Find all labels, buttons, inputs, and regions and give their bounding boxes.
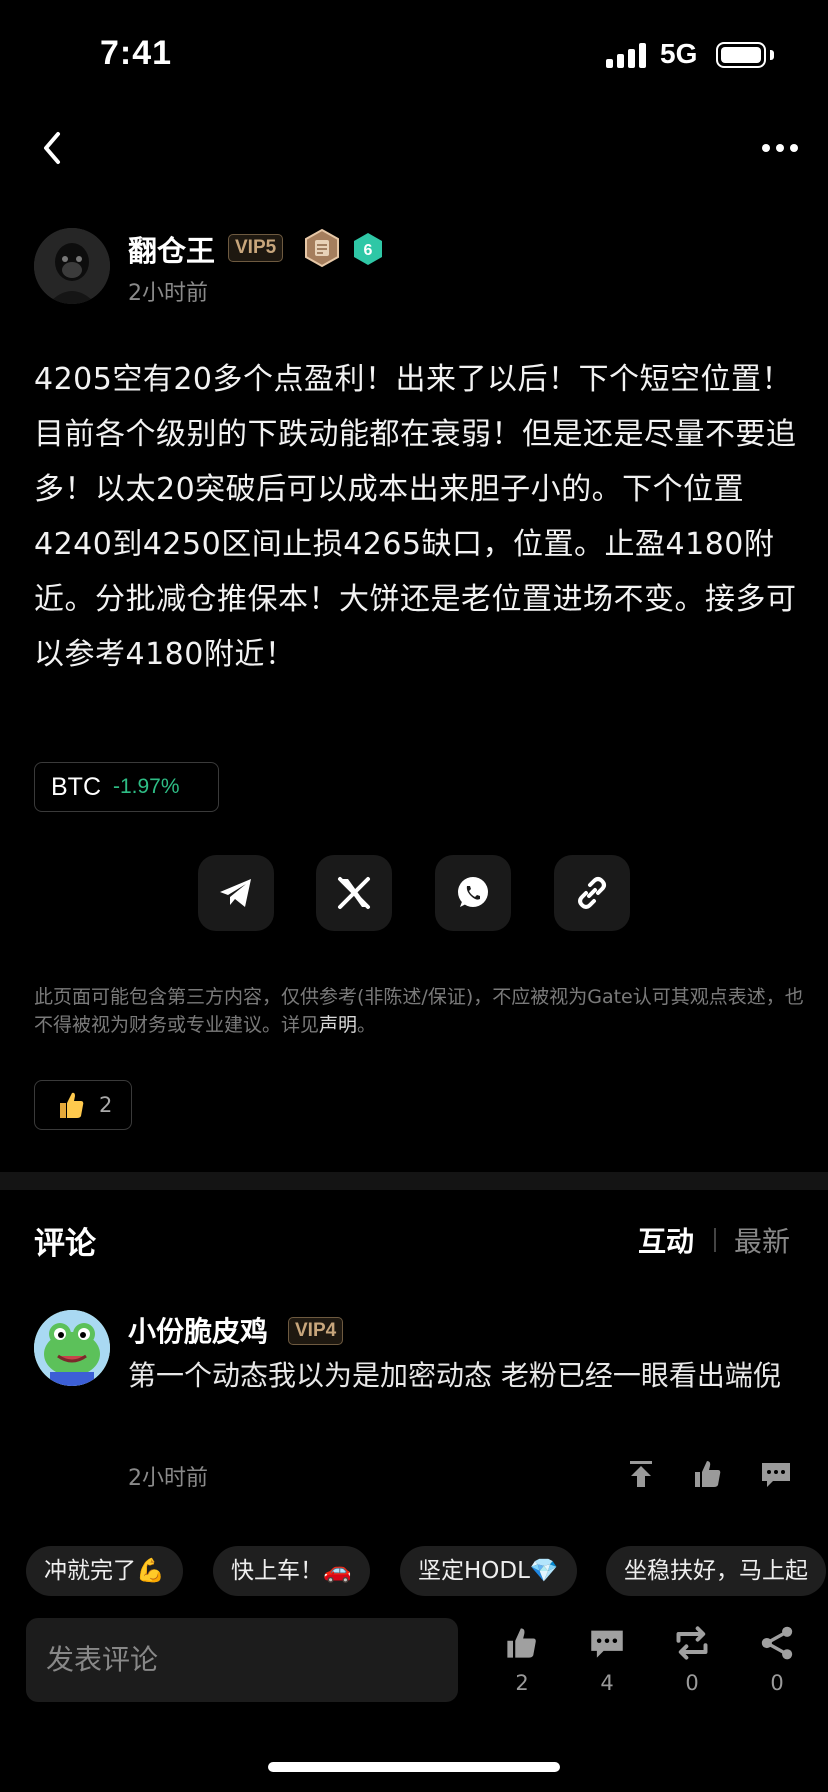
comments-title: 评论 (34, 1226, 96, 1262)
message-icon (591, 1630, 623, 1658)
x-icon (338, 877, 370, 909)
disclaimer-end: 。 (357, 1014, 377, 1036)
chevron-left-icon (44, 132, 60, 164)
comment-pin-button[interactable] (625, 1458, 657, 1490)
tab-separator (714, 1228, 716, 1252)
copy-link-button[interactable] (554, 855, 630, 931)
post-like-button[interactable]: 2 (34, 1080, 132, 1130)
share-telegram-button[interactable] (198, 855, 274, 931)
comment-timestamp: 2小时前 (128, 1466, 208, 1491)
home-indicator (268, 1762, 560, 1772)
post-content: 4205空有20多个点盈利！出来了以后！下个短空位置！目前各个级别的下跌动能都在… (34, 362, 797, 672)
comment-text: 第一个动态我以为是加密动态 老粉已经一眼看出端倪 (128, 1359, 781, 1392)
vip-badge: VIP5 (228, 234, 284, 262)
level-number: 6 (364, 242, 373, 259)
quick-reply-chip[interactable]: 冲就完了💪 (26, 1546, 183, 1596)
disclaimer-text: 此页面可能包含第三方内容，仅供参考(非陈述/保证)，不应被视为Gate认可其观点… (34, 986, 804, 1036)
status-time: 7:41 (100, 34, 173, 72)
comment-vip-badge: VIP4 (288, 1317, 344, 1345)
comment-author[interactable]: 小份脆皮鸡 (128, 1310, 268, 1350)
ticker-chip[interactable]: BTC -1.97% (34, 762, 219, 812)
bar-repost-count: 0 (685, 1671, 699, 1695)
tab-latest[interactable]: 最新 (734, 1220, 790, 1260)
share-x-button[interactable] (316, 855, 392, 931)
thumbs-up-icon (695, 1461, 721, 1487)
link-icon (578, 877, 606, 909)
frog-avatar-icon (34, 1310, 110, 1386)
whatsapp-icon (458, 877, 488, 907)
disclaimer-link[interactable]: 声明 (319, 1014, 357, 1036)
comment-reply-button[interactable] (760, 1458, 792, 1490)
medal-icon (303, 228, 341, 268)
bar-like-button[interactable]: 2 (492, 1625, 552, 1705)
repost-icon (676, 1626, 708, 1660)
bar-comment-count: 4 (600, 1671, 614, 1695)
comment-avatar[interactable] (34, 1310, 110, 1386)
disclaimer: 此页面可能包含第三方内容，仅供参考(非陈述/保证)，不应被视为Gate认可其观点… (34, 983, 804, 1039)
share-whatsapp-button[interactable] (435, 855, 511, 931)
quick-reply-chip[interactable]: 坐稳扶好，马上起 (606, 1546, 826, 1596)
thumbs-up-emoji-icon (60, 1092, 84, 1118)
message-icon (762, 1463, 790, 1487)
telegram-icon (220, 879, 251, 907)
author-avatar[interactable] (34, 228, 110, 304)
ticker-change: -1.97% (113, 775, 180, 798)
battery-icon (716, 42, 766, 68)
bar-share-button[interactable]: 0 (747, 1625, 807, 1705)
back-button[interactable] (38, 128, 68, 168)
pin-top-icon (630, 1461, 652, 1487)
section-divider (0, 1172, 828, 1190)
more-options-button[interactable] (760, 130, 800, 164)
quick-reply-chip[interactable]: 坚定HODL💎 (400, 1546, 577, 1596)
network-label: 5G (660, 38, 698, 69)
thumbs-up-icon (507, 1628, 536, 1658)
bar-share-count: 0 (770, 1671, 784, 1695)
status-bar: 7:41 5G (0, 0, 828, 110)
quick-reply-chip[interactable]: 快上车！🚗 (213, 1546, 370, 1596)
ticker-symbol: BTC (51, 772, 101, 801)
post-like-count: 2 (99, 1093, 113, 1117)
tab-interact[interactable]: 互动 (638, 1220, 694, 1260)
comment-like-button[interactable] (692, 1458, 724, 1490)
post-timestamp: 2小时前 (128, 281, 208, 306)
battery-cap (770, 50, 774, 60)
signal-icon (606, 42, 648, 68)
share-icon (761, 1626, 793, 1660)
bar-repost-button[interactable]: 0 (662, 1625, 722, 1705)
level-badge: 6 (352, 232, 384, 266)
comment-input[interactable]: 发表评论 (26, 1618, 458, 1702)
bar-like-count: 2 (515, 1671, 529, 1695)
author-name[interactable]: 翻仓王 (128, 228, 215, 270)
ape-avatar-icon (34, 228, 110, 304)
bar-comment-button[interactable]: 4 (577, 1625, 637, 1705)
